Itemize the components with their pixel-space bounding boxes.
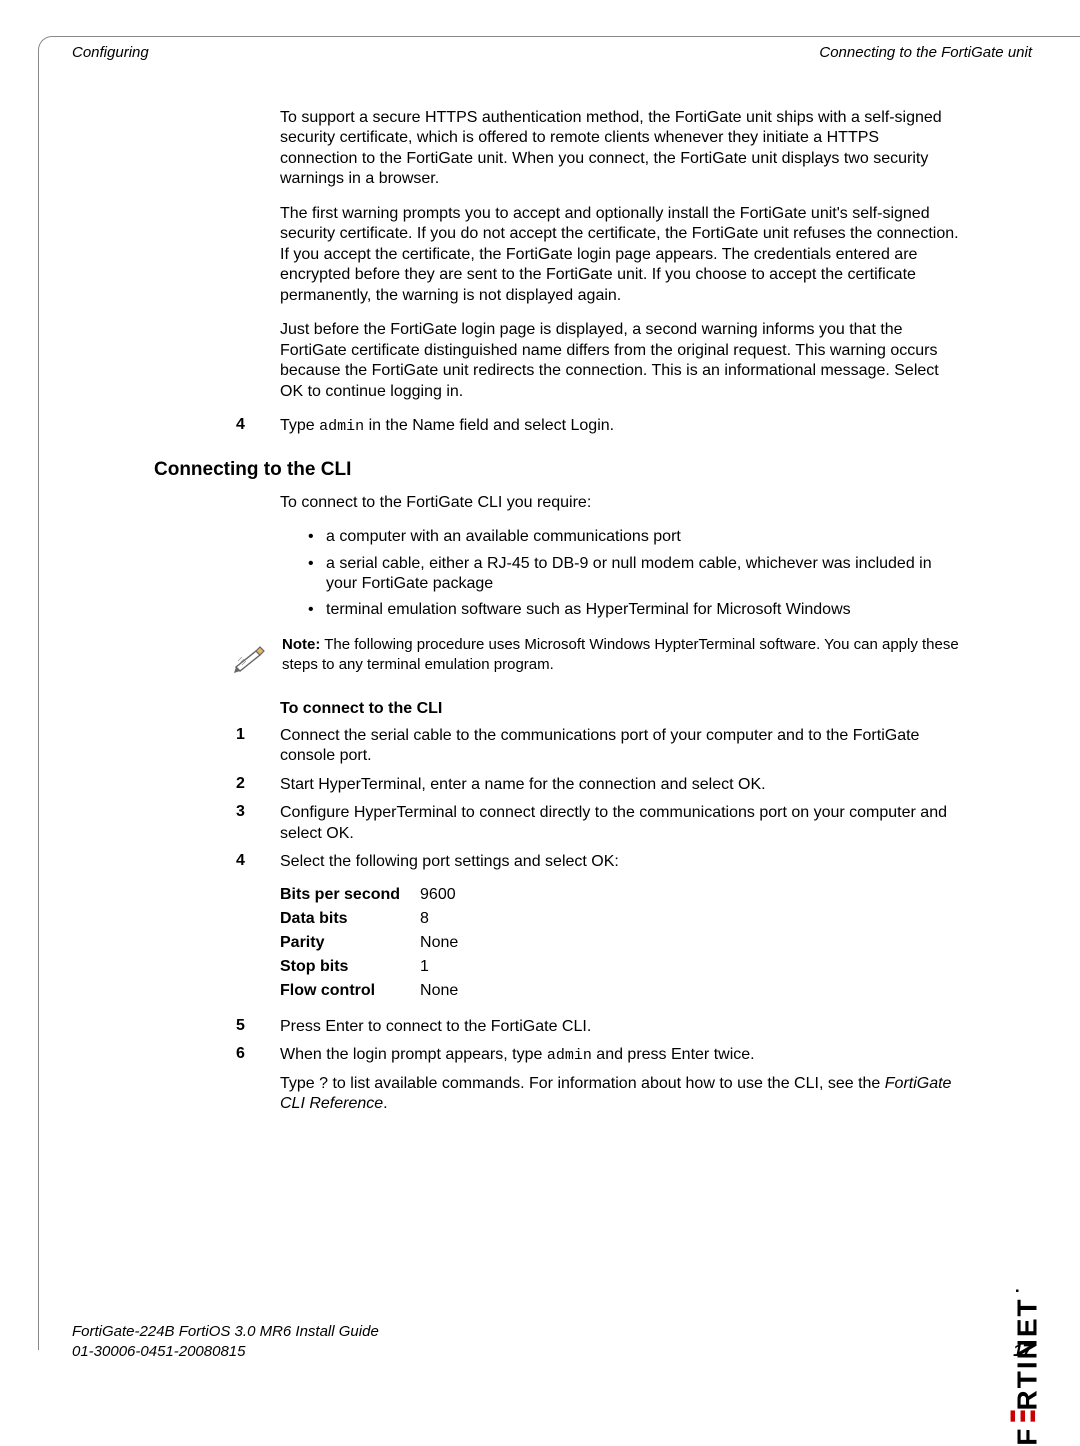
step-body: Press Enter to connect to the FortiGate … bbox=[280, 1017, 960, 1037]
step-body: Start HyperTerminal, enter a name for th… bbox=[280, 775, 960, 795]
code-admin: admin bbox=[319, 418, 364, 435]
step-4-upper: 4 Type admin in the Name field and selec… bbox=[154, 416, 960, 436]
step-number: 6 bbox=[154, 1045, 280, 1065]
table-row: ParityNone bbox=[280, 931, 478, 955]
note-text: Note: The following procedure uses Micro… bbox=[282, 635, 960, 676]
setting-value: None bbox=[420, 979, 478, 1003]
step-1: 1 Connect the serial cable to the commun… bbox=[154, 726, 960, 767]
page-number: 17 bbox=[1013, 1341, 1032, 1361]
table-row: Data bits8 bbox=[280, 907, 478, 931]
procedure-steps: 1 Connect the serial cable to the commun… bbox=[154, 726, 960, 873]
setting-name: Stop bits bbox=[280, 955, 420, 979]
step-number: 4 bbox=[154, 852, 280, 872]
step-number: 5 bbox=[154, 1017, 280, 1037]
requirements-list: a computer with an available communicati… bbox=[304, 527, 960, 621]
heading-connecting-to-cli: Connecting to the CLI bbox=[154, 459, 960, 481]
intro-paragraph-3: Just before the FortiGate login page is … bbox=[280, 320, 960, 402]
running-header-right: Connecting to the FortiGate unit bbox=[819, 44, 1032, 61]
running-header-left: Configuring bbox=[72, 44, 149, 61]
setting-value: 8 bbox=[420, 907, 478, 931]
footer-doc-number: 01-30006-0451-20080815 bbox=[72, 1343, 246, 1360]
step-4: 4 Select the following port settings and… bbox=[154, 852, 960, 872]
text: Type bbox=[280, 417, 319, 434]
header-rule-corner bbox=[38, 36, 53, 51]
requirement-item: terminal emulation software such as Hype… bbox=[304, 600, 960, 620]
text: Type ? to list available commands. For i… bbox=[280, 1075, 885, 1092]
step-3: 3 Configure HyperTerminal to connect dir… bbox=[154, 803, 960, 844]
brand-dots-icon: ▪▪▪▪▪▪▪▪▪ bbox=[1008, 1412, 1038, 1422]
text: and press Enter twice. bbox=[592, 1046, 755, 1063]
brand-left: F bbox=[1012, 1427, 1043, 1446]
note-block: Note: The following procedure uses Micro… bbox=[230, 635, 960, 682]
text: . bbox=[383, 1095, 387, 1112]
step-body: When the login prompt appears, type admi… bbox=[280, 1045, 960, 1065]
code-admin: admin bbox=[547, 1047, 592, 1064]
step-body: Configure HyperTerminal to connect direc… bbox=[280, 803, 960, 844]
step-2: 2 Start HyperTerminal, enter a name for … bbox=[154, 775, 960, 795]
step-body: Connect the serial cable to the communic… bbox=[280, 726, 960, 767]
setting-name: Data bits bbox=[280, 907, 420, 931]
step-5: 5 Press Enter to connect to the FortiGat… bbox=[154, 1017, 960, 1037]
setting-name: Parity bbox=[280, 931, 420, 955]
step-body: Select the following port settings and s… bbox=[280, 852, 960, 872]
table-row: Bits per second9600 bbox=[280, 883, 478, 907]
setting-value: 9600 bbox=[420, 883, 478, 907]
intro-paragraph-1: To support a secure HTTPS authentication… bbox=[280, 108, 960, 190]
header-rule bbox=[52, 36, 1080, 37]
note-body: The following procedure uses Microsoft W… bbox=[282, 636, 959, 673]
body: To support a secure HTTPS authentication… bbox=[154, 108, 960, 1129]
setting-value: None bbox=[420, 931, 478, 955]
note-label: Note: bbox=[282, 636, 320, 653]
side-rule bbox=[38, 50, 39, 1350]
requirements-intro: To connect to the FortiGate CLI you requ… bbox=[280, 493, 960, 513]
step-body: Type admin in the Name field and select … bbox=[280, 416, 960, 436]
fortinet-logo: F▪▪▪▪▪▪▪▪▪RTINET ▪ bbox=[1008, 1287, 1044, 1446]
hand-note-icon bbox=[230, 637, 272, 682]
procedure-heading: To connect to the CLI bbox=[280, 700, 960, 718]
footer-left: FortiGate-224B FortiOS 3.0 MR6 Install G… bbox=[72, 1322, 379, 1361]
step-6: 6 When the login prompt appears, type ad… bbox=[154, 1045, 960, 1065]
port-settings-table: Bits per second9600 Data bits8 ParityNon… bbox=[280, 883, 478, 1003]
page: Configuring Connecting to the FortiGate … bbox=[0, 0, 1080, 1397]
intro-paragraph-2: The first warning prompts you to accept … bbox=[280, 204, 960, 306]
footer-guide-title: FortiGate-224B FortiOS 3.0 MR6 Install G… bbox=[72, 1323, 379, 1340]
closing-paragraph: Type ? to list available commands. For i… bbox=[280, 1074, 960, 1115]
step-number: 3 bbox=[154, 803, 280, 844]
setting-name: Flow control bbox=[280, 979, 420, 1003]
procedure-steps-continued: 5 Press Enter to connect to the FortiGat… bbox=[154, 1017, 960, 1066]
table-row: Stop bits1 bbox=[280, 955, 478, 979]
setting-name: Bits per second bbox=[280, 883, 420, 907]
step-number: 2 bbox=[154, 775, 280, 795]
table-row: Flow controlNone bbox=[280, 979, 478, 1003]
step-number: 4 bbox=[154, 416, 280, 436]
requirement-item: a computer with an available communicati… bbox=[304, 527, 960, 547]
text: When the login prompt appears, type bbox=[280, 1046, 547, 1063]
brand-dot: ▪ bbox=[1013, 1287, 1024, 1297]
text: in the Name field and select Login. bbox=[364, 417, 614, 434]
requirement-item: a serial cable, either a RJ-45 to DB-9 o… bbox=[304, 554, 960, 595]
setting-value: 1 bbox=[420, 955, 478, 979]
step-number: 1 bbox=[154, 726, 280, 767]
